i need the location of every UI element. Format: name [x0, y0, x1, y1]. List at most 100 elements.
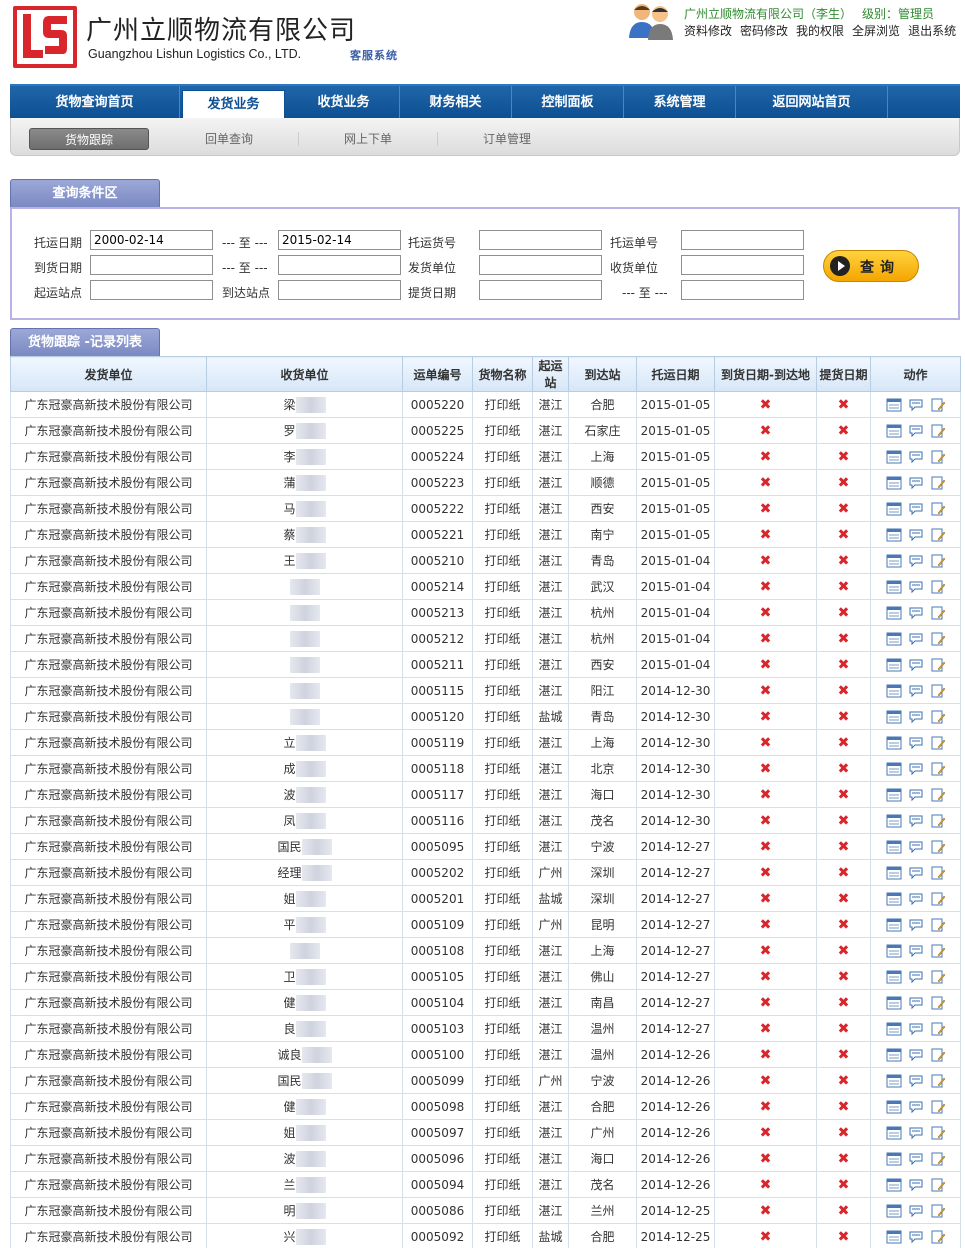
detail-icon[interactable]: [886, 398, 902, 412]
sender-input[interactable]: [479, 255, 602, 275]
table-row[interactable]: 广东冠豪高新技术股份有限公司 0005120 打印纸 盐城 青岛 2014-12-30 ✖ ✖: [10, 703, 961, 730]
table-row[interactable]: 广东冠豪高新技术股份有限公司 波 0005117 打印纸 湛江 海口 2014-12-30 ✖…: [10, 781, 961, 808]
comment-icon[interactable]: [908, 528, 924, 542]
edit-icon[interactable]: [930, 1048, 946, 1062]
ship-date-to-input[interactable]: [278, 230, 401, 250]
detail-icon[interactable]: [886, 658, 902, 672]
detail-icon[interactable]: [886, 736, 902, 750]
nav-back-to-website[interactable]: 返回网站首页: [736, 86, 888, 120]
detail-icon[interactable]: [886, 814, 902, 828]
edit-icon[interactable]: [930, 814, 946, 828]
comment-icon[interactable]: [908, 1100, 924, 1114]
comment-icon[interactable]: [908, 502, 924, 516]
table-row[interactable]: 广东冠豪高新技术股份有限公司 梁 0005220 打印纸 湛江 合肥 2015-01-05 ✖…: [10, 391, 961, 418]
comment-icon[interactable]: [908, 762, 924, 776]
edit-icon[interactable]: [930, 944, 946, 958]
detail-icon[interactable]: [886, 970, 902, 984]
table-row[interactable]: 广东冠豪高新技术股份有限公司 明 0005086 打印纸 湛江 兰州 2014-12-25 ✖…: [10, 1197, 961, 1224]
comment-icon[interactable]: [908, 892, 924, 906]
table-row[interactable]: 广东冠豪高新技术股份有限公司 成 0005118 打印纸 湛江 北京 2014-12-30 ✖…: [10, 755, 961, 782]
table-row[interactable]: 广东冠豪高新技术股份有限公司 国民 0005095 打印纸 湛江 宁波 2014-12-27…: [10, 833, 961, 860]
edit-icon[interactable]: [930, 684, 946, 698]
table-row[interactable]: 广东冠豪高新技术股份有限公司 蒲 0005223 打印纸 湛江 顺德 2015-01-05 ✖…: [10, 469, 961, 496]
company-logo[interactable]: [13, 6, 77, 68]
logout-link[interactable]: 退出系统: [908, 24, 956, 38]
edit-icon[interactable]: [930, 788, 946, 802]
detail-icon[interactable]: [886, 1204, 902, 1218]
edit-icon[interactable]: [930, 1126, 946, 1140]
comment-icon[interactable]: [908, 476, 924, 490]
subnav-online-order[interactable]: 网上下单: [318, 128, 418, 150]
comment-icon[interactable]: [908, 710, 924, 724]
edit-icon[interactable]: [930, 554, 946, 568]
my-permissions-link[interactable]: 我的权限: [796, 24, 844, 38]
table-row[interactable]: 广东冠豪高新技术股份有限公司 0005211 打印纸 湛江 西安 2015-01-04 ✖ ✖: [10, 651, 961, 678]
comment-icon[interactable]: [908, 554, 924, 568]
table-row[interactable]: 广东冠豪高新技术股份有限公司 0005212 打印纸 湛江 杭州 2015-01-04 ✖ ✖: [10, 625, 961, 652]
table-row[interactable]: 广东冠豪高新技术股份有限公司 0005108 打印纸 湛江 上海 2014-12-27 ✖ ✖: [10, 937, 961, 964]
detail-icon[interactable]: [886, 866, 902, 880]
comment-icon[interactable]: [908, 866, 924, 880]
comment-icon[interactable]: [908, 1126, 924, 1140]
col-origin[interactable]: 起运站: [532, 356, 569, 392]
comment-icon[interactable]: [908, 944, 924, 958]
edit-icon[interactable]: [930, 996, 946, 1010]
comment-icon[interactable]: [908, 918, 924, 932]
col-ship-date[interactable]: 托运日期: [636, 356, 715, 392]
edit-icon[interactable]: [930, 580, 946, 594]
table-row[interactable]: 广东冠豪高新技术股份有限公司 王 0005210 打印纸 湛江 青岛 2015-01-04 ✖…: [10, 547, 961, 574]
col-pickup-date[interactable]: 提货日期: [816, 356, 871, 392]
table-row[interactable]: 广东冠豪高新技术股份有限公司 兰 0005094 打印纸 湛江 茂名 2014-12-26 ✖…: [10, 1171, 961, 1198]
comment-icon[interactable]: [908, 1074, 924, 1088]
comment-icon[interactable]: [908, 658, 924, 672]
order-no-input[interactable]: [681, 230, 804, 250]
comment-icon[interactable]: [908, 606, 924, 620]
edit-icon[interactable]: [930, 970, 946, 984]
detail-icon[interactable]: [886, 554, 902, 568]
nav-system-admin[interactable]: 系统管理: [624, 86, 736, 120]
arrive-date-to-input[interactable]: [278, 255, 401, 275]
comment-icon[interactable]: [908, 1230, 924, 1244]
edit-icon[interactable]: [930, 762, 946, 776]
edit-icon[interactable]: [930, 736, 946, 750]
edit-icon[interactable]: [930, 502, 946, 516]
detail-icon[interactable]: [886, 1230, 902, 1244]
nav-receiving-business[interactable]: 收货业务: [288, 86, 400, 120]
comment-icon[interactable]: [908, 840, 924, 854]
edit-icon[interactable]: [930, 1178, 946, 1192]
edit-icon[interactable]: [930, 1022, 946, 1036]
nav-control-panel[interactable]: 控制面板: [512, 86, 624, 120]
table-row[interactable]: 广东冠豪高新技术股份有限公司 卫 0005105 打印纸 湛江 佛山 2014-12-27 ✖…: [10, 963, 961, 990]
comment-icon[interactable]: [908, 1048, 924, 1062]
edit-icon[interactable]: [930, 658, 946, 672]
detail-icon[interactable]: [886, 1074, 902, 1088]
detail-icon[interactable]: [886, 944, 902, 958]
detail-icon[interactable]: [886, 1048, 902, 1062]
detail-icon[interactable]: [886, 580, 902, 594]
col-waybill-no[interactable]: 运单编号: [402, 356, 473, 392]
edit-icon[interactable]: [930, 476, 946, 490]
nav-finance[interactable]: 财务相关: [400, 86, 512, 120]
edit-icon[interactable]: [930, 892, 946, 906]
password-edit-link[interactable]: 密码修改: [740, 24, 788, 38]
table-row[interactable]: 广东冠豪高新技术股份有限公司 姐 0005201 打印纸 盐城 深圳 2014-12-27 ✖…: [10, 885, 961, 912]
table-row[interactable]: 广东冠豪高新技术股份有限公司 国民 0005099 打印纸 广州 宁波 2014-12-26…: [10, 1067, 961, 1094]
table-row[interactable]: 广东冠豪高新技术股份有限公司 兴 0005092 打印纸 盐城 合肥 2014-12-25 ✖…: [10, 1223, 961, 1248]
subnav-cargo-tracking[interactable]: 货物跟踪: [29, 128, 149, 150]
comment-icon[interactable]: [908, 684, 924, 698]
table-row[interactable]: 广东冠豪高新技术股份有限公司 蔡 0005221 打印纸 湛江 南宁 2015-01-05 ✖…: [10, 521, 961, 548]
edit-icon[interactable]: [930, 632, 946, 646]
detail-icon[interactable]: [886, 502, 902, 516]
comment-icon[interactable]: [908, 580, 924, 594]
fullscreen-link[interactable]: 全屏浏览: [852, 24, 900, 38]
comment-icon[interactable]: [908, 398, 924, 412]
comment-icon[interactable]: [908, 1022, 924, 1036]
comment-icon[interactable]: [908, 996, 924, 1010]
edit-icon[interactable]: [930, 1152, 946, 1166]
comment-icon[interactable]: [908, 1204, 924, 1218]
arrive-date-from-input[interactable]: [90, 255, 213, 275]
table-row[interactable]: 广东冠豪高新技术股份有限公司 良 0005103 打印纸 湛江 温州 2014-12-27 ✖…: [10, 1015, 961, 1042]
detail-icon[interactable]: [886, 762, 902, 776]
detail-icon[interactable]: [886, 1126, 902, 1140]
receiver-input[interactable]: [681, 255, 804, 275]
